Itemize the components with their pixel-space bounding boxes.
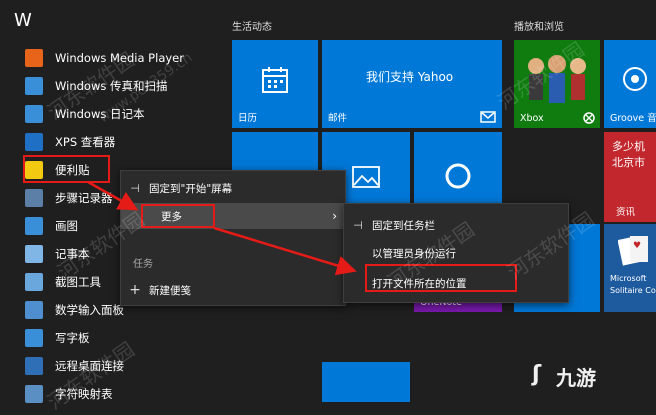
arrow-to-open-location	[213, 226, 357, 276]
watermark-logo: 九游	[556, 366, 596, 390]
arrow-to-more	[87, 180, 139, 211]
annotation-arrows	[87, 180, 357, 276]
watermark-logo-icon: ʃ	[532, 362, 542, 387]
